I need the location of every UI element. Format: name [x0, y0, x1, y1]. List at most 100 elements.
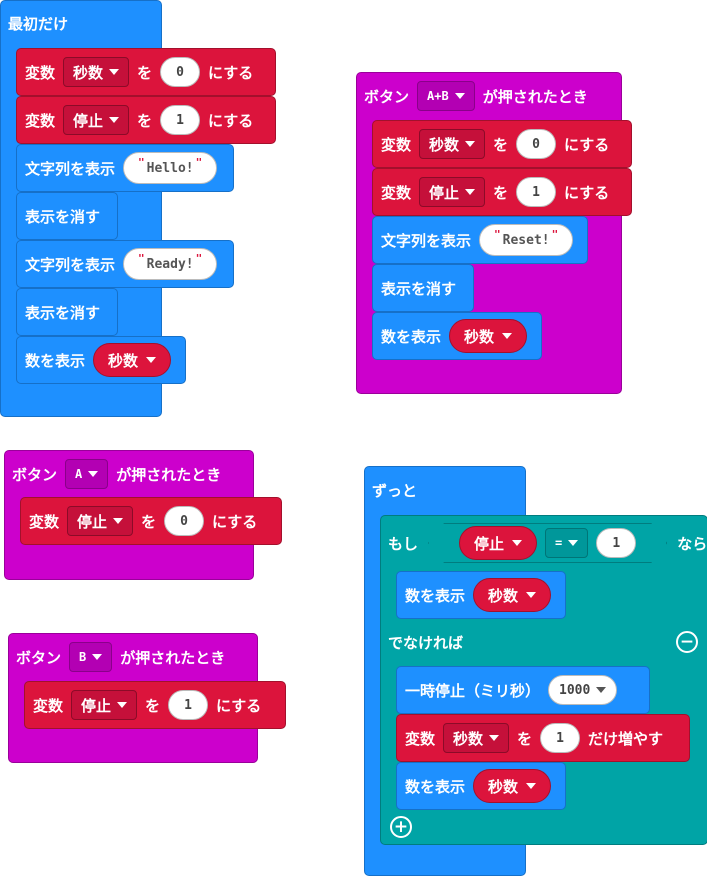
- chevron-down-icon: [92, 654, 103, 660]
- variable-reporter[interactable]: 秒数: [449, 319, 528, 353]
- show-number-block[interactable]: 数を表示 秒数: [16, 336, 186, 384]
- pause-block[interactable]: 一時停止（ミリ秒） 1000: [396, 666, 650, 714]
- chevron-down-icon: [512, 540, 522, 546]
- set-suffix: にする: [208, 111, 254, 130]
- set-prefix: 変数: [29, 512, 60, 531]
- chevron-down-icon: [596, 687, 607, 693]
- quote-icon: ": [195, 155, 203, 169]
- hat-suffix: が押されたとき: [116, 465, 222, 484]
- add-else-if-icon[interactable]: +: [390, 816, 412, 838]
- change-prefix: 変数: [405, 729, 436, 748]
- operator-dropdown[interactable]: =: [545, 528, 588, 558]
- variable-reporter[interactable]: 秒数: [93, 343, 172, 377]
- value-input[interactable]: 0: [516, 129, 557, 159]
- compare-block[interactable]: 停止 = 1: [428, 523, 667, 563]
- set-variable-block[interactable]: 変数 停止 を 0 にする: [20, 497, 282, 545]
- clear-screen-label: 表示を消す: [25, 207, 101, 226]
- button-dropdown[interactable]: B: [69, 642, 113, 672]
- if-label: もし: [388, 534, 419, 553]
- value-input[interactable]: 1: [168, 690, 209, 720]
- clear-screen-block[interactable]: 表示を消す: [16, 288, 118, 336]
- button-dropdown[interactable]: A: [65, 459, 109, 489]
- show-string-block[interactable]: 文字列を表示 " Reset! ": [372, 216, 588, 264]
- chevron-down-icon: [113, 518, 124, 524]
- set-prefix: 変数: [25, 63, 56, 82]
- chevron-down-icon: [454, 93, 465, 99]
- set-variable-block[interactable]: 変数 停止 を 1 にする: [372, 168, 632, 216]
- quote-icon: ": [138, 251, 145, 265]
- show-number-block[interactable]: 数を表示 秒数: [396, 762, 566, 810]
- show-string-label: 文字列を表示: [25, 255, 116, 274]
- set-prefix: 変数: [381, 183, 412, 202]
- chevron-down-icon: [489, 735, 500, 741]
- chevron-down-icon: [465, 141, 476, 147]
- set-suffix: にする: [208, 63, 254, 82]
- button-ab-hat: ボタン A+B が押されたとき: [364, 80, 588, 112]
- value-input[interactable]: 1: [516, 177, 557, 207]
- clear-screen-label: 表示を消す: [381, 279, 457, 298]
- chevron-down-icon: [465, 189, 476, 195]
- set-variable-block[interactable]: 変数 停止 を 1 にする: [16, 96, 276, 144]
- set-to: を: [493, 135, 509, 154]
- variable-reporter[interactable]: 秒数: [473, 769, 552, 803]
- show-string-block[interactable]: 文字列を表示 " Ready! ": [16, 240, 234, 288]
- show-number-label: 数を表示: [405, 586, 466, 605]
- variable-dropdown[interactable]: 停止: [63, 105, 130, 135]
- chevron-down-icon: [568, 540, 578, 546]
- clear-screen-block[interactable]: 表示を消す: [372, 264, 474, 312]
- change-variable-block[interactable]: 変数 秒数 を 1 だけ増やす: [396, 714, 690, 762]
- show-number-label: 数を表示: [405, 777, 466, 796]
- forever-label: ずっと: [372, 482, 418, 500]
- quote-icon: ": [195, 251, 203, 265]
- variable-dropdown[interactable]: 秒数: [443, 723, 510, 753]
- hat-prefix: ボタン: [12, 465, 58, 484]
- value-input[interactable]: 1: [596, 528, 636, 558]
- string-input[interactable]: " Hello! ": [123, 152, 218, 184]
- value-input[interactable]: 0: [164, 506, 205, 536]
- then-label: なら: [677, 534, 707, 553]
- chevron-down-icon: [502, 333, 513, 339]
- show-number-block[interactable]: 数を表示 秒数: [372, 312, 542, 360]
- value-input[interactable]: 1: [160, 105, 201, 135]
- variable-dropdown[interactable]: 停止: [67, 506, 134, 536]
- set-variable-block[interactable]: 変数 秒数 を 0 にする: [372, 120, 632, 168]
- variable-dropdown[interactable]: 停止: [419, 177, 486, 207]
- pause-label: 一時停止（ミリ秒）: [405, 681, 541, 700]
- button-dropdown[interactable]: A+B: [417, 81, 475, 111]
- chevron-down-icon: [526, 783, 537, 789]
- variable-dropdown[interactable]: 秒数: [419, 129, 486, 159]
- value-input[interactable]: 0: [160, 57, 201, 87]
- if-row: もし 停止 = 1 なら: [388, 520, 707, 566]
- chevron-down-icon: [109, 69, 120, 75]
- set-variable-block[interactable]: 変数 秒数 を 0 にする: [16, 48, 276, 96]
- remove-else-icon[interactable]: −: [676, 631, 698, 653]
- clear-screen-block[interactable]: 表示を消す: [16, 192, 118, 240]
- pause-dropdown[interactable]: 1000: [548, 675, 618, 705]
- chevron-down-icon: [526, 592, 537, 598]
- value-input[interactable]: 1: [540, 723, 581, 753]
- set-to: を: [145, 696, 161, 715]
- show-number-block[interactable]: 数を表示 秒数: [396, 571, 566, 619]
- hat-suffix: が押されたとき: [120, 648, 226, 667]
- string-input[interactable]: " Reset! ": [479, 224, 574, 256]
- set-suffix: にする: [564, 183, 610, 202]
- variable-reporter[interactable]: 停止: [459, 526, 537, 560]
- set-suffix: にする: [212, 512, 258, 531]
- variable-dropdown[interactable]: 停止: [71, 690, 138, 720]
- set-suffix: にする: [216, 696, 262, 715]
- on-start-label: 最初だけ: [8, 15, 69, 33]
- set-suffix: にする: [564, 135, 610, 154]
- show-string-block[interactable]: 文字列を表示 " Hello! ": [16, 144, 234, 192]
- button-a-hat: ボタン A が押されたとき: [12, 458, 221, 490]
- else-label: でなければ: [388, 634, 464, 652]
- variable-dropdown[interactable]: 秒数: [63, 57, 130, 87]
- set-variable-block[interactable]: 変数 停止 を 1 にする: [24, 681, 286, 729]
- set-to: を: [137, 111, 153, 130]
- set-to: を: [137, 63, 153, 82]
- show-number-label: 数を表示: [25, 351, 86, 370]
- button-b-hat: ボタン B が押されたとき: [16, 641, 225, 673]
- set-prefix: 変数: [381, 135, 412, 154]
- variable-reporter[interactable]: 秒数: [473, 578, 552, 612]
- string-input[interactable]: " Ready! ": [123, 248, 218, 280]
- set-to: を: [141, 512, 157, 531]
